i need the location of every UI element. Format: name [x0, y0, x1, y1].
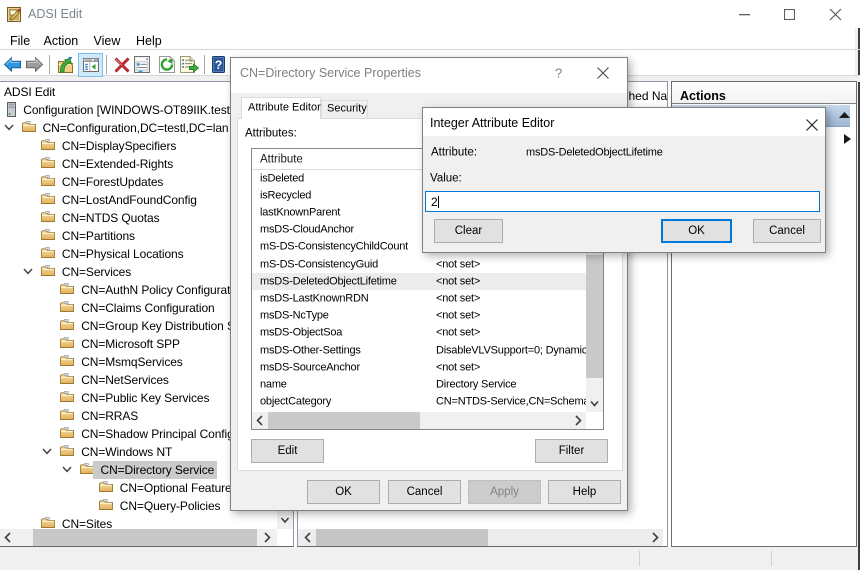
svg-text:?: ? [215, 58, 222, 72]
